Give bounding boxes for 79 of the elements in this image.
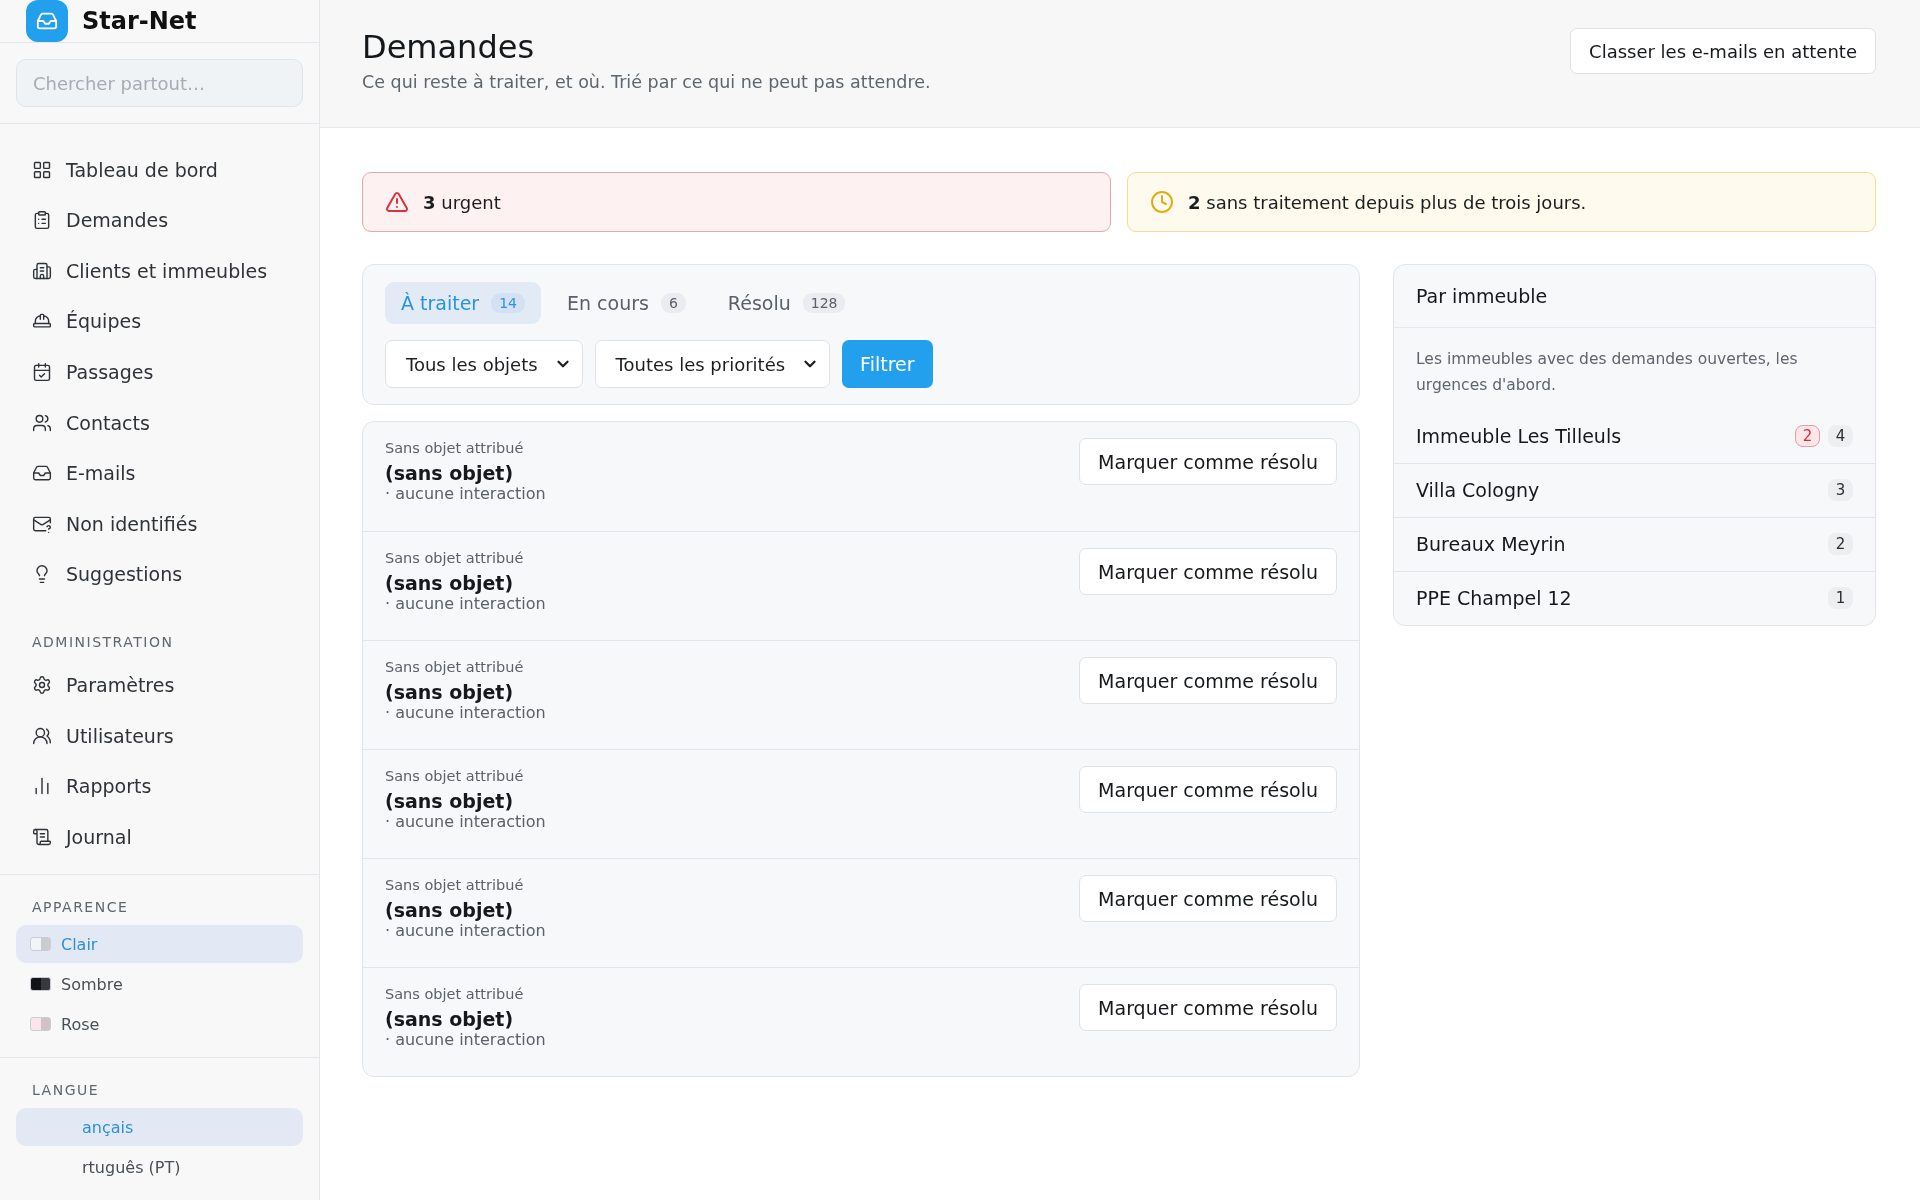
clock-icon <box>1150 190 1174 214</box>
filter-select[interactable]: Tous les objets <box>385 340 583 388</box>
panel-title: Par immeuble <box>1394 265 1875 328</box>
warning-icon <box>385 190 409 214</box>
section-heading: APPARENCE <box>31 898 130 917</box>
nav-item[interactable]: Suggestions <box>16 549 303 600</box>
nav-item[interactable]: Paramètres <box>16 659 303 711</box>
request-category: Sans objet attribué <box>385 877 525 893</box>
status-tab[interactable]: En cours 6 <box>551 282 702 324</box>
theme-option[interactable]: Sombre <box>16 965 303 1003</box>
request-category: Sans objet attribué <box>385 768 525 784</box>
building-name: Villa Cologny <box>1416 479 1540 502</box>
count-badge: 3 <box>1828 479 1853 502</box>
request-meta: · aucune interaction <box>385 484 546 503</box>
sort-emails-button[interactable]: Classer les e-mails en attente <box>1570 28 1876 74</box>
page-subtitle: Ce qui reste à traiter, et où. Trié par ce qui ne peut pas attendre. <box>362 72 931 92</box>
request-meta: · aucune interaction <box>385 594 546 613</box>
nav-item[interactable]: Journal <box>16 811 303 862</box>
building-icon <box>32 260 52 281</box>
resolve-button[interactable]: Marquer comme résolu <box>1079 984 1337 1031</box>
request-title: (sans objet) <box>385 1008 515 1030</box>
nav-item[interactable]: Non identifiés <box>16 498 303 550</box>
count-badge: 2 <box>1828 533 1853 556</box>
building-name: PPE Champel 12 <box>1416 587 1572 610</box>
request-category: Sans objet attribué <box>385 659 525 675</box>
panel-description: Les immeubles avec des demandes ouvertes, les urgences d'abord. <box>1415 349 1799 397</box>
nav-item[interactable]: E-mails <box>16 447 303 499</box>
nav-item[interactable]: Rapports <box>16 760 303 812</box>
building-name: Bureaux Meyrin <box>1416 533 1566 556</box>
calendar-icon <box>32 361 52 382</box>
request-title: (sans objet) <box>385 572 515 594</box>
nav-item[interactable]: Passages <box>16 346 303 398</box>
nav-item[interactable]: Tableau de bord <box>16 144 303 195</box>
resolve-button[interactable]: Marquer comme résolu <box>1079 766 1337 813</box>
resolve-button[interactable]: Marquer comme résolu <box>1079 657 1337 704</box>
urgent-badge: 2 <box>1795 424 1820 447</box>
request-meta: · aucune interaction <box>385 812 546 831</box>
resolve-button[interactable]: Marquer comme résolu <box>1079 438 1337 485</box>
request-meta: · aucune interaction <box>385 921 546 940</box>
request-category: Sans objet attribué <box>385 550 525 566</box>
alert-text: 2 sans traitement depuis plus de trois jours. <box>1188 191 1587 213</box>
count-badge: 6 <box>660 293 686 313</box>
theme-option[interactable]: Rose <box>16 1005 303 1043</box>
language-option[interactable]: rtuguês (PT) <box>16 1148 303 1186</box>
request-meta: · aucune interaction <box>385 1030 546 1049</box>
alert-text: 3 urgent <box>423 191 501 213</box>
count-badge: 4 <box>1828 424 1853 447</box>
request-title: (sans objet) <box>385 790 515 812</box>
search-field[interactable]: Chercher partout… <box>16 59 303 108</box>
clipboard-icon <box>32 210 52 231</box>
count-badge: 14 <box>491 293 525 313</box>
brand-name: Star-Net <box>82 7 197 36</box>
section-heading: ADMINISTRATION <box>31 632 175 652</box>
request-category: Sans objet attribué <box>385 986 525 1002</box>
count-badge: 128 <box>802 293 846 313</box>
request-title: (sans objet) <box>385 899 515 921</box>
nav-item[interactable]: Contacts <box>16 397 303 448</box>
scroll-icon <box>32 826 52 847</box>
grid-icon <box>32 159 52 180</box>
contacts-icon <box>32 412 52 433</box>
resolve-button[interactable]: Marquer comme résolu <box>1079 875 1337 922</box>
status-tab[interactable]: Résolu 128 <box>711 282 862 324</box>
nav-item[interactable]: Équipes <box>16 296 303 347</box>
nav-item[interactable]: Clients et immeubles <box>16 245 303 297</box>
nav-item[interactable]: Utilisateurs <box>16 710 303 761</box>
request-title: (sans objet) <box>385 462 515 484</box>
settings-icon <box>32 674 52 695</box>
count-badge: 1 <box>1828 587 1853 610</box>
resolve-button[interactable]: Marquer comme résolu <box>1079 548 1337 595</box>
users-icon <box>32 725 52 746</box>
request-title: (sans objet) <box>385 681 515 703</box>
building-name: Immeuble Les Tilleuls <box>1416 424 1622 447</box>
nav-item[interactable]: Demandes <box>16 194 303 246</box>
request-category: Sans objet attribué <box>385 440 525 456</box>
section-heading: LANGUE <box>31 1081 101 1100</box>
request-meta: · aucune interaction <box>385 703 546 722</box>
bar-chart-icon <box>32 776 52 797</box>
filter-select[interactable]: Toutes les priorités <box>594 340 831 388</box>
page-title: Demandes <box>362 28 536 66</box>
